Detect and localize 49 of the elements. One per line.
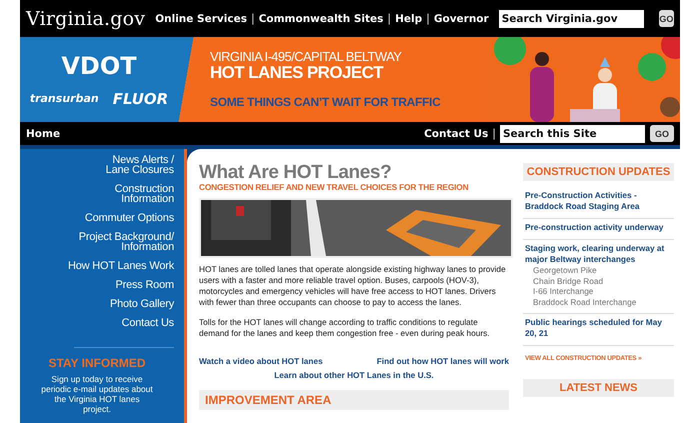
contact-link[interactable]: Contact Us <box>424 128 488 140</box>
update-link[interactable]: Pre-construction activity underway <box>525 222 672 233</box>
top-link[interactable]: Governor <box>434 12 489 24</box>
sidebar-link[interactable]: Photo Gallery <box>110 299 174 309</box>
page-subtitle: CONGESTION RELIEF AND NEW TRAVEL CHOICES FOR THE REGION <box>199 182 470 192</box>
sidebar-link[interactable]: Project Background/ Information <box>78 232 174 252</box>
sidebar-link[interactable]: Construction Information <box>114 184 174 204</box>
separator: | <box>492 127 496 140</box>
go-button[interactable]: GO <box>650 125 674 142</box>
page-title: What Are HOT Lanes? <box>199 163 392 182</box>
update-subitem: Braddock Road Interchange <box>532 296 638 307</box>
sidebar-link[interactable]: Press Room <box>115 280 174 290</box>
text-link[interactable]: Find out how HOT lanes will work <box>376 356 509 366</box>
top-link[interactable]: Commonwealth Sites <box>258 12 384 24</box>
search-field[interactable]: Search this Site <box>500 124 645 142</box>
update-link[interactable]: Public hearings scheduled for May 20, 21 <box>525 317 672 339</box>
top-link[interactable]: Online Services <box>155 12 247 24</box>
signup-text: Sign up today to receive periodic e-mail updates about the Virginia HOT lanes project. <box>40 374 154 414</box>
separator: | <box>387 12 392 25</box>
update-link[interactable]: Pre-Construction Activities - Braddock Road Staging Area <box>525 190 672 212</box>
go-button[interactable]: GO <box>658 10 674 27</box>
separator: | <box>426 12 430 25</box>
banner-headline: HOT LANES PROJECT <box>210 64 384 81</box>
top-link[interactable]: Help <box>395 12 422 24</box>
separator: | <box>250 12 255 25</box>
transurban-logo: transurban <box>30 92 99 105</box>
text-link[interactable]: Watch a video about HOT lanes <box>199 356 323 366</box>
update-subitem: I-66 Interchange <box>532 286 594 296</box>
search-field[interactable]: Search Virginia.gov <box>498 10 644 28</box>
sidebar-link[interactable]: How HOT Lanes Work <box>68 261 174 271</box>
sidebar-link[interactable]: News Alerts / Lane Closures <box>106 155 174 175</box>
site-logo[interactable]: Virginia.gov <box>26 8 146 30</box>
sidebar-link[interactable]: Contact Us <box>122 318 174 328</box>
section-heading: CONSTRUCTION UPDATES <box>523 163 674 181</box>
body-paragraph: Tolls for the HOT lanes will change according to traffic conditions to regulate demand for the lanes and keep them congestion free - even during peak hours. <box>199 317 491 339</box>
update-subitem: Georgetown Pike <box>532 265 598 276</box>
section-heading: IMPROVEMENT AREA <box>199 390 509 410</box>
update-subitem: Chain Bridge Road <box>532 276 604 286</box>
fluor-logo: FLUOR <box>112 90 168 108</box>
stay-informed-heading: STAY INFORMED <box>48 356 146 370</box>
section-heading: LATEST NEWS <box>523 379 674 397</box>
home-link[interactable]: Home <box>26 128 60 140</box>
update-link[interactable]: Staging work, clearing underway at major Beltway interchanges <box>525 243 672 265</box>
text-link[interactable]: Learn about other HOT Lanes in the U.S. <box>274 370 434 380</box>
vdot-logo: VDOT <box>61 52 137 80</box>
banner-kicker: VIRGINIA I-495/CAPITAL BELTWAY <box>210 49 402 64</box>
body-paragraph: HOT lanes are tolled lanes that operate alongside existing highway lanes to provide users with a faster and more reliable travel option. Buses, carpools (HOV-3), motorcycles and emergency vehicles will have free access to HOT lanes. Drivers with fewer than three occupants can choose to pay to access the lanes. <box>199 264 507 308</box>
banner-tagline: SOME THINGS CAN’T WAIT FOR TRAFFIC <box>210 95 442 109</box>
sidebar-link[interactable]: Commuter Options <box>84 213 174 223</box>
